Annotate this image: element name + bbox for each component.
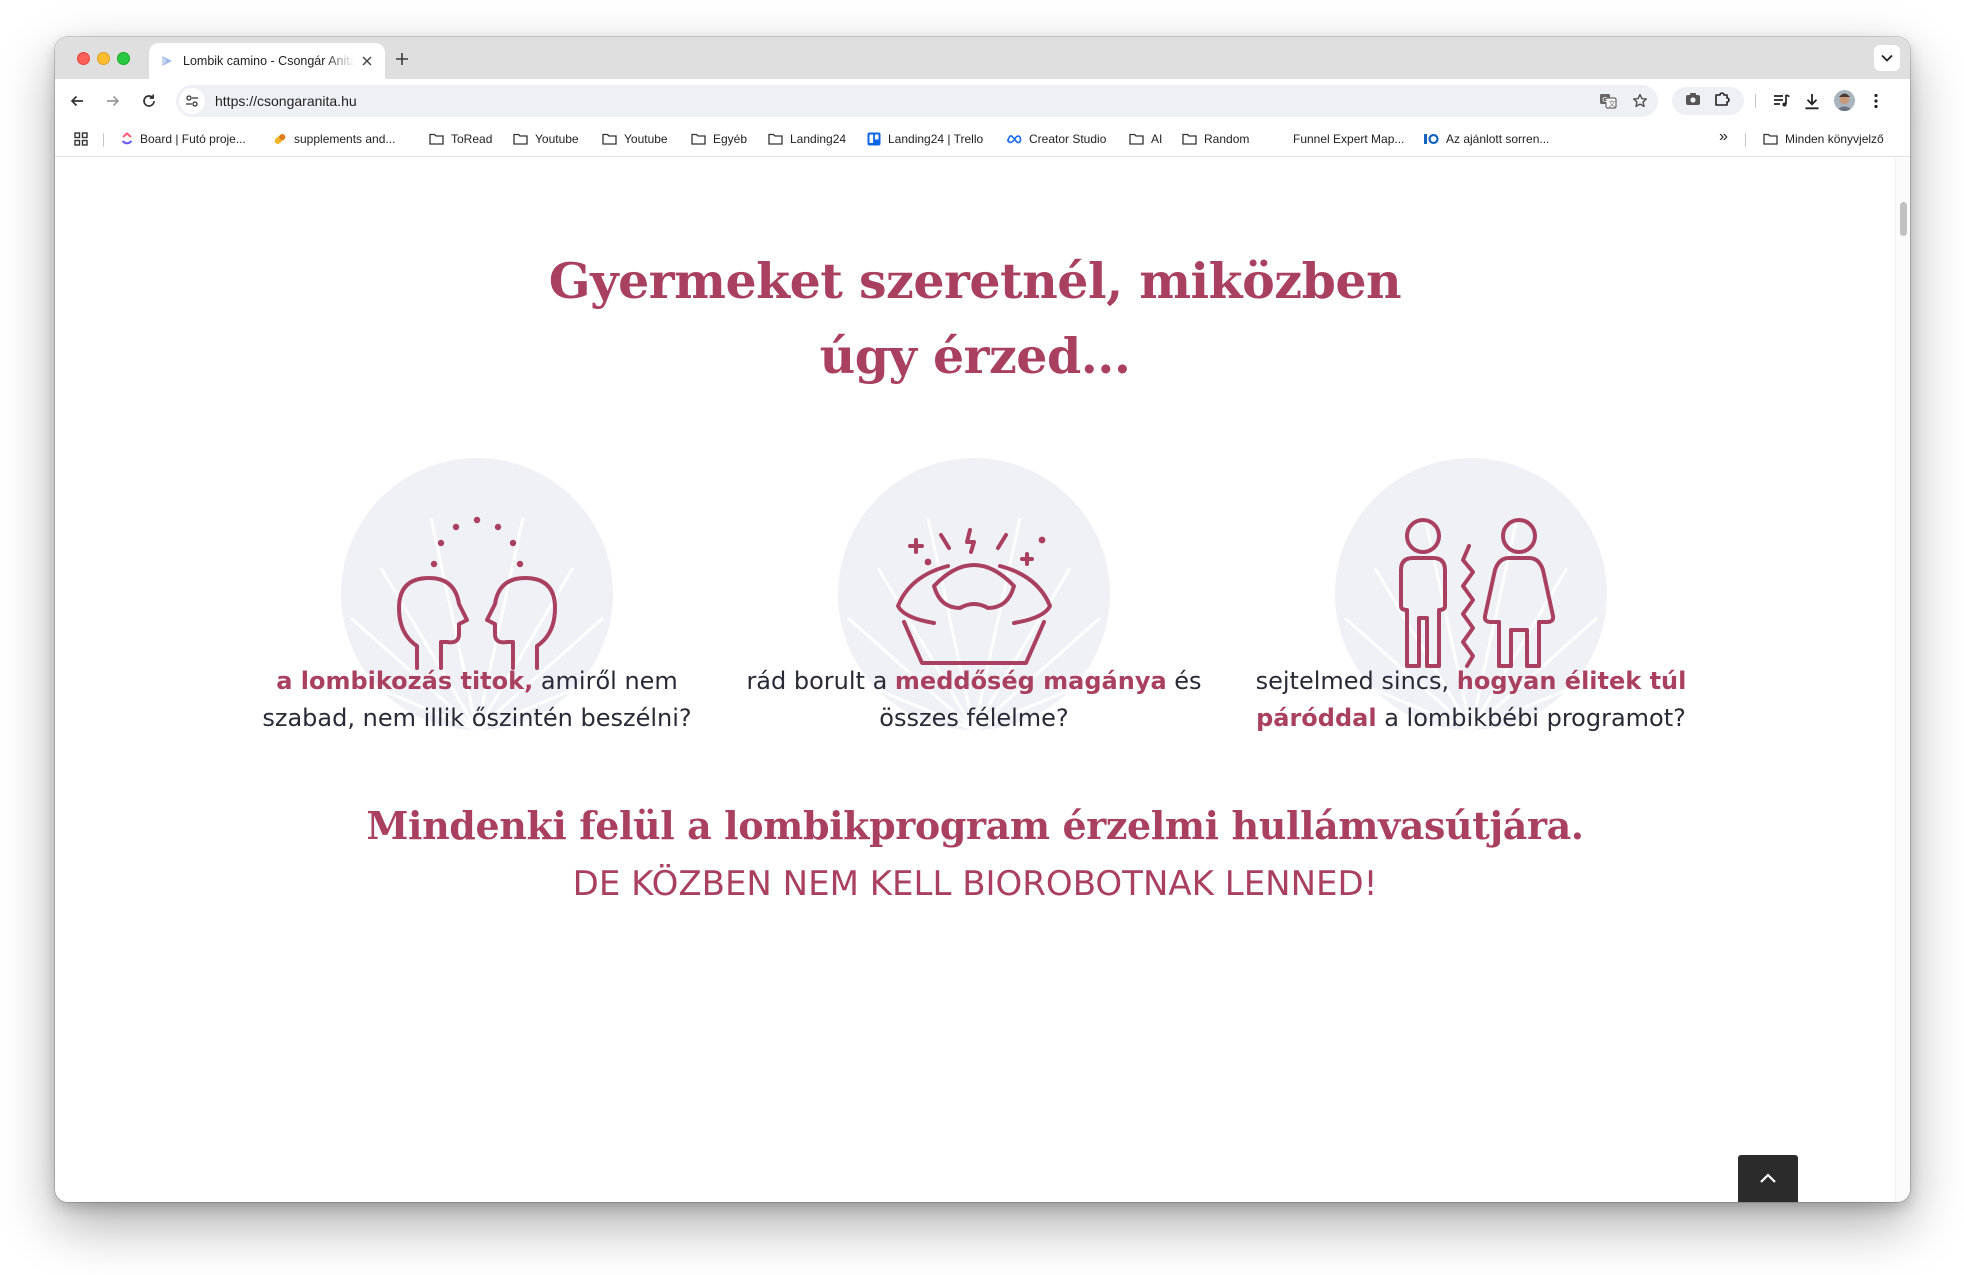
headline-line-2: úgy érzed... (819, 327, 1131, 385)
bookmark-folder[interactable]: Egyéb (691, 130, 747, 148)
apps-grid-icon[interactable] (74, 130, 95, 148)
close-window-button[interactable] (77, 52, 90, 65)
browser-window: Lombik camino - Csongár Anita https://cs… (55, 37, 1910, 1202)
folder-icon (1129, 133, 1144, 145)
bookmark-folder[interactable]: ToRead (429, 130, 492, 148)
clickup-icon (121, 132, 133, 145)
tab-strip: Lombik camino - Csongár Anita (55, 37, 1910, 79)
pill-icon (274, 134, 286, 144)
folder-icon (1763, 133, 1778, 145)
browser-toolbar: https://csongaranita.hu G文 (55, 79, 1910, 121)
reload-icon[interactable] (135, 87, 163, 115)
translate-icon[interactable]: G文 (1594, 87, 1622, 115)
bookmark-item[interactable]: supplements and... (273, 130, 395, 148)
page-scrollbar[interactable] (1895, 158, 1910, 1202)
folder-icon (691, 133, 706, 145)
all-bookmarks-folder[interactable]: Minden könyvjelző (1763, 130, 1884, 148)
bookmark-folder[interactable]: Landing24 (768, 130, 846, 148)
svg-text:文: 文 (1609, 99, 1616, 108)
bookmark-item[interactable]: Board | Futó proje... (121, 130, 246, 148)
puzzle-icon[interactable] (1714, 90, 1731, 112)
folder-icon (513, 133, 528, 145)
bookmarks-separator (1745, 133, 1746, 147)
bookmark-folder[interactable]: Random (1182, 130, 1249, 148)
feature-caption-2: rád borult a meddőség magánya és összes … (744, 663, 1204, 737)
bookmark-folder[interactable]: Youtube (513, 130, 579, 148)
folder-icon (602, 133, 617, 145)
bookmarks-bar: Board | Futó proje... supplements and...… (55, 121, 1910, 157)
address-bar[interactable]: https://csongaranita.hu G文 (176, 85, 1658, 117)
trello-icon (867, 132, 881, 146)
section-subheadline: Mindenki felül a lombikprogram érzelmi h… (366, 803, 1584, 848)
feature-2-bold: meddőség magánya (894, 667, 1167, 695)
feature-caption-3: sejtelmed sincs, hogyan élitek túl páród… (1241, 663, 1701, 737)
feature-3-text-after: a lombikbébi programot? (1376, 704, 1686, 732)
toolbar-separator (1755, 94, 1756, 108)
minimize-window-button[interactable] (97, 52, 110, 65)
download-icon[interactable] (1798, 87, 1826, 115)
page-title: Gyermeket szeretnél, miközben úgy érzed.… (55, 244, 1895, 394)
site-info-icon[interactable] (179, 88, 205, 114)
new-tab-button[interactable] (390, 47, 414, 71)
headline-line-1: Gyermeket szeretnél, miközben (548, 252, 1402, 310)
bookmarks-overflow-button[interactable]: » (1719, 128, 1728, 146)
bookmark-folder[interactable]: Youtube (602, 130, 668, 148)
chevron-up-icon (1760, 1173, 1776, 1183)
close-tab-icon[interactable] (359, 53, 375, 69)
feature-2-text-before: rád borult a (746, 667, 895, 695)
feature-1-bold: a lombikozás titok, (276, 667, 534, 695)
forward-arrow-icon[interactable] (99, 87, 127, 115)
scrollbar-thumb[interactable] (1900, 202, 1907, 236)
page-viewport: Gyermeket szeretnél, miközben úgy érzed.… (55, 158, 1910, 1202)
folder-icon (768, 133, 783, 145)
site-favicon-icon (159, 53, 175, 69)
bookmark-item[interactable]: Funnel Expert Map... (1293, 130, 1404, 148)
folder-icon (429, 133, 444, 145)
url-text: https://csongaranita.hu (215, 93, 357, 109)
tab-active[interactable]: Lombik camino - Csongár Anita (149, 43, 385, 79)
tab-search-button[interactable] (1874, 45, 1900, 71)
kebab-menu-icon[interactable] (1862, 87, 1890, 115)
extensions-group (1672, 87, 1744, 115)
feature-caption-1: a lombikozás titok, amiről nem szabad, n… (247, 663, 707, 737)
media-controls-icon[interactable] (1768, 87, 1796, 115)
bookmark-item[interactable]: Az ajánlott sorren... (1423, 130, 1549, 148)
avatar[interactable] (1834, 90, 1855, 111)
folder-icon (1182, 133, 1197, 145)
bookmark-item[interactable]: Creator Studio (1006, 130, 1106, 148)
star-icon[interactable] (1626, 87, 1654, 115)
camera-icon[interactable] (1685, 92, 1701, 111)
svg-text:G: G (1602, 96, 1607, 104)
tab-title: Lombik camino - Csongár Anita (183, 54, 355, 68)
scroll-to-top-button[interactable] (1738, 1155, 1798, 1202)
back-arrow-icon[interactable] (63, 87, 91, 115)
bookmark-item[interactable]: Landing24 | Trello (867, 130, 983, 148)
meta-icon (1007, 135, 1022, 144)
feature-3-text-before: sejtelmed sincs, (1255, 667, 1457, 695)
bookmark-folder[interactable]: AI (1129, 130, 1162, 148)
section-tagline: DE KÖZBEN NEM KELL BIOROBOTNAK LENNED! (572, 864, 1378, 904)
maximize-window-button[interactable] (117, 52, 130, 65)
bookmarks-separator (103, 133, 104, 147)
io-icon (1424, 133, 1439, 145)
